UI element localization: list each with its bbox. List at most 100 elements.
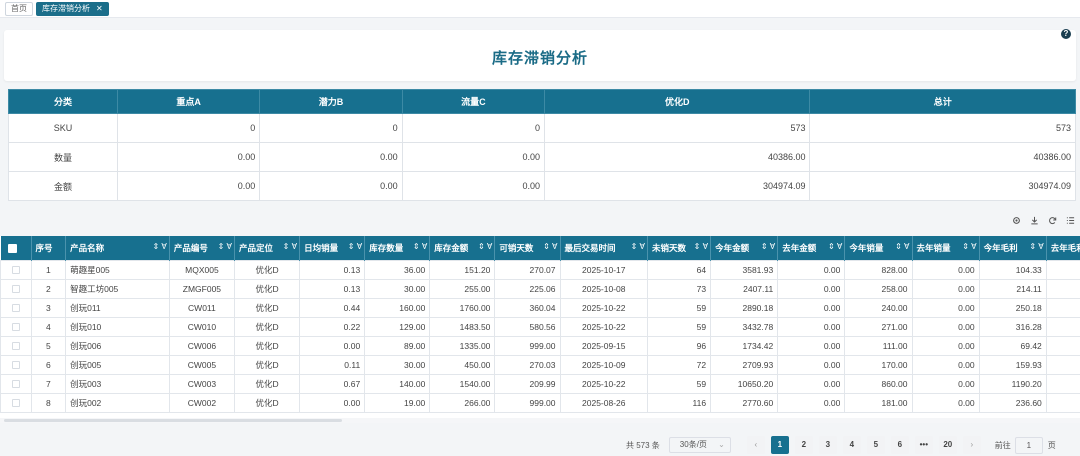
column-header[interactable]: 日均销量 ⇕ ∀ xyxy=(299,236,366,260)
row-checkbox[interactable] xyxy=(11,361,20,370)
sort-filter-icon[interactable]: ⇕ ∀ xyxy=(761,242,777,251)
column-header-label: 未销天数 xyxy=(652,242,687,253)
columns-icon[interactable] xyxy=(1066,216,1075,225)
summary-cell: 304974.09 xyxy=(544,171,811,201)
refresh-icon[interactable] xyxy=(1048,216,1057,225)
summary-cell: 0.00 xyxy=(116,171,261,201)
summary-cell: 0.00 xyxy=(259,171,403,201)
sort-filter-icon[interactable]: ⇕ ∀ xyxy=(152,242,168,251)
table-row[interactable]: 6 创玩005 CW005 优化D 0.11 30.00 450.00 270.03 2025-… xyxy=(0,354,1080,375)
sort-filter-icon[interactable]: ⇕ ∀ xyxy=(348,242,364,251)
header-select-all[interactable] xyxy=(0,236,32,260)
table-row[interactable]: 7 创玩003 CW003 优化D 0.67 140.00 1540.00 209.99 202… xyxy=(0,373,1080,394)
page-button[interactable]: 4 xyxy=(842,436,861,454)
table-cell-empty xyxy=(1045,354,1080,375)
sort-filter-icon[interactable]: ⇕ ∀ xyxy=(283,242,299,251)
scrollbar-thumb[interactable] xyxy=(4,419,342,422)
next-page-button[interactable]: › xyxy=(962,436,981,454)
table-cell: 999.00 xyxy=(494,335,561,356)
table-cell: 创玩002 xyxy=(65,392,170,413)
table-cell: 创玩006 xyxy=(65,335,170,356)
table-cell: 160.00 xyxy=(364,297,431,318)
table-cell: 72 xyxy=(646,354,712,375)
row-select[interactable] xyxy=(0,392,32,413)
table-row[interactable]: 3 创玩011 CW011 优化D 0.44 160.00 1760.00 360.04 202… xyxy=(0,297,1080,318)
table-cell: 360.04 xyxy=(494,297,561,318)
column-header[interactable]: 最后交易时间 ⇕ ∀ xyxy=(560,236,649,260)
row-checkbox[interactable] xyxy=(11,266,20,275)
page-button[interactable]: 5 xyxy=(866,436,885,454)
sort-filter-icon[interactable]: ⇕ ∀ xyxy=(828,242,844,251)
column-header[interactable]: 今年金额 ⇕ ∀ xyxy=(710,236,779,260)
sort-filter-icon[interactable]: ⇕ ∀ xyxy=(631,242,647,251)
page-button[interactable]: 20 xyxy=(938,436,957,454)
row-checkbox[interactable] xyxy=(11,304,20,313)
sort-filter-icon[interactable]: ⇕ ∀ xyxy=(962,242,978,251)
column-header[interactable]: 序号 xyxy=(31,236,67,260)
table-cell-empty xyxy=(1045,335,1080,356)
column-header[interactable]: 可销天数 ⇕ ∀ xyxy=(494,236,561,260)
table-row[interactable]: 2 智趣工坊005 ZMGF005 优化D 0.13 30.00 255.00 225.06 2… xyxy=(0,278,1080,299)
column-header[interactable]: 今年销量 ⇕ ∀ xyxy=(844,236,913,260)
goto-page-input[interactable]: 1 xyxy=(1014,436,1043,454)
page-button[interactable]: 2 xyxy=(794,436,813,454)
sort-filter-icon[interactable]: ⇕ ∀ xyxy=(895,242,911,251)
row-select[interactable] xyxy=(0,316,32,337)
row-select[interactable] xyxy=(0,278,32,299)
row-select[interactable] xyxy=(0,335,32,356)
table-cell: 0.00 xyxy=(777,335,846,356)
column-header-label: 今年销量 xyxy=(849,242,884,253)
row-checkbox[interactable] xyxy=(11,342,20,351)
table-cell: 19.00 xyxy=(364,392,431,413)
table-cell: 萌趣星005 xyxy=(65,259,170,280)
close-icon[interactable]: ✕ xyxy=(96,2,103,15)
row-checkbox[interactable] xyxy=(11,399,20,408)
sort-filter-icon[interactable]: ⇕ ∀ xyxy=(694,242,710,251)
horizontal-scrollbar[interactable] xyxy=(0,418,1080,423)
help-icon[interactable]: ? xyxy=(1061,29,1071,39)
table-row[interactable]: 1 萌趣星005 MQX005 优化D 0.13 36.00 151.20 270.07 202… xyxy=(0,259,1080,280)
column-header[interactable]: 库存数量 ⇕ ∀ xyxy=(364,236,431,260)
row-select[interactable] xyxy=(0,259,32,280)
column-header[interactable]: 产品定位 ⇕ ∀ xyxy=(234,236,301,260)
table-row[interactable]: 8 创玩002 CW002 优化D 0.00 19.00 266.00 999.00 2025-… xyxy=(0,392,1080,413)
column-header[interactable]: 产品名称 ⇕ ∀ xyxy=(65,236,170,260)
page-button[interactable]: 1 xyxy=(770,436,789,454)
row-select[interactable] xyxy=(0,297,32,318)
sort-filter-icon[interactable]: ⇕ ∀ xyxy=(413,242,429,251)
page-button[interactable]: 3 xyxy=(818,436,837,454)
page-button[interactable]: 6 xyxy=(890,436,909,454)
tab-home[interactable]: 首页 xyxy=(5,1,33,16)
select-all-checkbox[interactable] xyxy=(7,243,17,253)
table-cell: 89.00 xyxy=(364,335,431,356)
goto-label: 前往 xyxy=(994,440,1011,450)
row-select[interactable] xyxy=(0,373,32,394)
sort-filter-icon[interactable]: ⇕ ∀ xyxy=(218,242,234,251)
column-header[interactable]: 去年毛利⇕ ∀ xyxy=(1046,236,1080,260)
row-checkbox[interactable] xyxy=(11,380,20,389)
prev-page-button[interactable]: ‹ xyxy=(746,436,765,454)
sort-filter-icon[interactable]: ⇕ ∀ xyxy=(1029,242,1045,251)
page-size-select[interactable]: 30条/页 ⌄ xyxy=(668,437,731,453)
table-row[interactable]: 4 创玩010 CW010 优化D 0.22 129.00 1483.50 580.56 202… xyxy=(0,316,1080,337)
settings-icon[interactable] xyxy=(1012,216,1021,225)
column-header[interactable]: 库存金额 ⇕ ∀ xyxy=(429,236,496,260)
table-row[interactable]: 5 创玩006 CW006 优化D 0.00 89.00 1335.00 999.00 2025… xyxy=(0,335,1080,356)
row-checkbox[interactable] xyxy=(11,323,20,332)
table-cell: 36.00 xyxy=(364,259,431,280)
column-header[interactable]: 今年毛利 ⇕ ∀ xyxy=(979,236,1047,260)
column-header[interactable]: 去年销量 ⇕ ∀ xyxy=(912,236,980,260)
page-button[interactable]: ••• xyxy=(914,436,933,454)
tab-inventory-analysis[interactable]: 库存滞销分析 ✕ xyxy=(36,1,109,16)
sort-filter-icon[interactable]: ⇕ ∀ xyxy=(478,242,494,251)
download-icon[interactable] xyxy=(1030,216,1039,225)
row-checkbox[interactable] xyxy=(11,285,20,294)
row-select[interactable] xyxy=(0,354,32,375)
column-header[interactable]: 产品编号 ⇕ ∀ xyxy=(169,236,235,260)
column-header-label: 最后交易时间 xyxy=(564,242,616,253)
sort-filter-icon[interactable]: ⇕ ∀ xyxy=(543,242,559,251)
table-cell: 140.00 xyxy=(364,373,431,394)
summary-cell: 0 xyxy=(116,113,261,143)
column-header[interactable]: 未销天数 ⇕ ∀ xyxy=(647,236,712,260)
column-header[interactable]: 去年金额 ⇕ ∀ xyxy=(777,236,846,260)
